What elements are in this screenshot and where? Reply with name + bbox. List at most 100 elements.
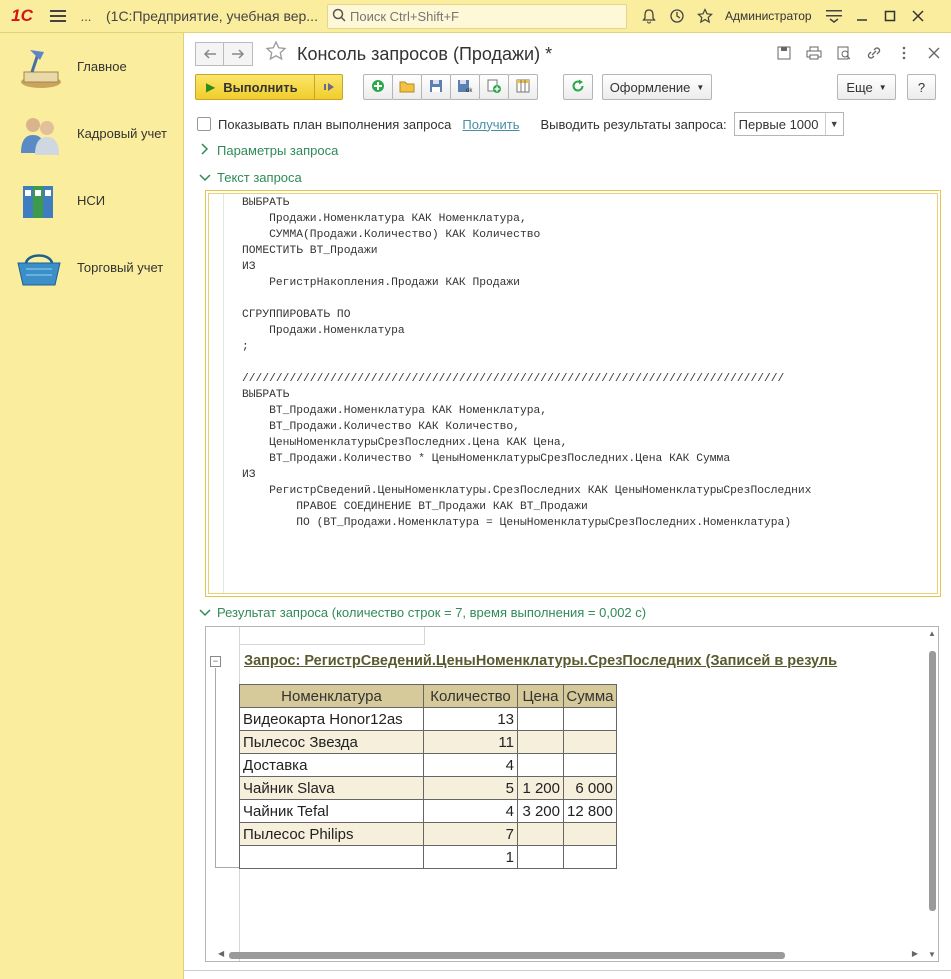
refresh-button[interactable] [563, 74, 593, 100]
execute-button[interactable]: ▶ Выполнить [195, 74, 343, 100]
save-doc-icon[interactable] [773, 46, 795, 63]
search-input[interactable] [350, 8, 610, 24]
cell-quantity[interactable]: 1 [423, 845, 518, 869]
search-box[interactable] [327, 3, 627, 29]
open-file-button[interactable] [392, 74, 422, 100]
maximize-icon[interactable] [876, 2, 904, 30]
table-row[interactable]: Чайник Slava 5 1 200 6 000 [239, 776, 617, 800]
minimize-icon[interactable] [848, 2, 876, 30]
preview-icon[interactable] [833, 46, 855, 63]
cell-sum[interactable]: 6 000 [563, 776, 617, 800]
favorites-star-icon[interactable] [691, 2, 719, 30]
save-as-button[interactable]: ok [450, 74, 480, 100]
cell-price[interactable] [517, 707, 564, 731]
scroll-thumb[interactable] [229, 952, 785, 959]
table-row[interactable]: Чайник Tefal 4 3 200 12 800 [239, 799, 617, 823]
print-icon[interactable] [803, 46, 825, 63]
divider [184, 970, 951, 971]
vertical-scrollbar[interactable]: ▲ ▼ [926, 627, 938, 961]
back-button[interactable] [195, 42, 224, 66]
scroll-right-icon[interactable]: ▶ [912, 949, 918, 958]
cell-sum[interactable] [563, 730, 617, 754]
show-plan-checkbox[interactable] [197, 117, 211, 131]
link-icon[interactable] [863, 46, 885, 63]
query-text-editor[interactable]: ВЫБРАТЬ Продажи.Номенклатура КАК Номенкл… [205, 190, 941, 597]
sidebar-item-trade[interactable]: Торговый учет [0, 234, 183, 301]
sidebar-item-hr[interactable]: Кадровый учет [0, 100, 183, 167]
execute-options-button[interactable] [314, 75, 342, 99]
favorite-star-icon[interactable] [265, 40, 287, 68]
grid-cell [239, 627, 425, 645]
cell-item[interactable]: Чайник Tefal [239, 799, 424, 823]
bell-icon[interactable] [635, 2, 663, 30]
app-logo[interactable]: 1С [0, 0, 44, 33]
cell-quantity[interactable]: 13 [423, 707, 518, 731]
history-icon[interactable] [663, 2, 691, 30]
forward-button[interactable] [224, 42, 253, 66]
close-icon[interactable] [904, 2, 932, 30]
result-spreadsheet[interactable]: − Запрос: РегистрСведений.ЦеныНоменклату… [205, 626, 939, 962]
sidebar-item-label: Главное [77, 59, 127, 74]
command-bar: ▶ Выполнить ok Оформление ▼ Еще ▼ ? [195, 74, 945, 100]
cell-item[interactable]: Пылесос Звезда [239, 730, 424, 754]
desk-lamp-icon [13, 42, 65, 92]
cell-quantity[interactable]: 11 [423, 730, 518, 754]
result-group-header[interactable]: Результат запроса (количество строк = 7,… [198, 605, 646, 620]
user-name[interactable]: Администратор [725, 9, 812, 23]
table-row[interactable]: 1 [239, 845, 617, 869]
main-menu-icon[interactable] [44, 2, 72, 30]
cell-price[interactable]: 1 200 [517, 776, 564, 800]
cell-quantity[interactable]: 4 [423, 753, 518, 777]
table-row[interactable]: Видеокарта Honor12as 13 [239, 707, 617, 731]
query-text[interactable]: ВЫБРАТЬ Продажи.Номенклатура КАК Номенкл… [242, 195, 811, 531]
sidebar-item-main[interactable]: Главное [0, 33, 183, 100]
more-button[interactable]: Еще ▼ [837, 74, 896, 100]
scroll-left-icon[interactable]: ◀ [218, 949, 224, 958]
ellipsis-button[interactable]: ... [72, 2, 100, 30]
svg-text:ok: ok [466, 88, 473, 93]
collapse-group-toggle[interactable]: − [210, 656, 221, 667]
more-vertical-icon[interactable] [893, 46, 915, 63]
design-dropdown-button[interactable]: Оформление ▼ [602, 74, 712, 100]
cell-quantity[interactable]: 4 [423, 799, 518, 823]
cell-price[interactable] [517, 822, 564, 846]
text-group-header[interactable]: Текст запроса [198, 170, 302, 185]
cell-sum[interactable] [563, 845, 617, 869]
cell-item[interactable]: Пылесос Philips [239, 822, 424, 846]
cell-item[interactable]: Доставка [239, 753, 424, 777]
get-plan-link[interactable]: Получить [462, 117, 519, 132]
cell-sum[interactable] [563, 753, 617, 777]
cell-sum[interactable]: 12 800 [563, 799, 617, 823]
cell-price[interactable] [517, 753, 564, 777]
scroll-up-icon[interactable]: ▲ [928, 629, 936, 638]
help-button[interactable]: ? [907, 74, 936, 100]
table-view-button[interactable] [508, 74, 538, 100]
add-copy-button[interactable] [479, 74, 509, 100]
cell-quantity[interactable]: 5 [423, 776, 518, 800]
add-query-button[interactable] [363, 74, 393, 100]
cell-price[interactable] [517, 845, 564, 869]
search-icon [332, 8, 346, 25]
save-button[interactable] [421, 74, 451, 100]
horizontal-scrollbar[interactable]: ◀ ▶ [206, 949, 938, 961]
scroll-thumb[interactable] [929, 651, 936, 911]
cell-sum[interactable] [563, 822, 617, 846]
close-form-icon[interactable] [923, 46, 945, 63]
table-row[interactable]: Пылесос Philips 7 [239, 822, 617, 846]
cell-sum[interactable] [563, 707, 617, 731]
settings-menu-icon[interactable] [820, 2, 848, 30]
cell-price[interactable]: 3 200 [517, 799, 564, 823]
cell-item[interactable]: Чайник Slava [239, 776, 424, 800]
chevron-down-icon: ▼ [824, 113, 843, 135]
cell-quantity[interactable]: 7 [423, 822, 518, 846]
text-group-title: Текст запроса [217, 170, 302, 185]
cell-item[interactable] [239, 845, 424, 869]
cell-price[interactable] [517, 730, 564, 754]
output-limit-select[interactable]: Первые 1000 ▼ [733, 112, 844, 136]
table-row[interactable]: Пылесос Звезда 11 [239, 730, 617, 754]
table-row[interactable]: Доставка 4 [239, 753, 617, 777]
params-group-header[interactable]: Параметры запроса [198, 143, 338, 158]
binders-icon [13, 176, 65, 226]
sidebar-item-nsi[interactable]: НСИ [0, 167, 183, 234]
cell-item[interactable]: Видеокарта Honor12as [239, 707, 424, 731]
